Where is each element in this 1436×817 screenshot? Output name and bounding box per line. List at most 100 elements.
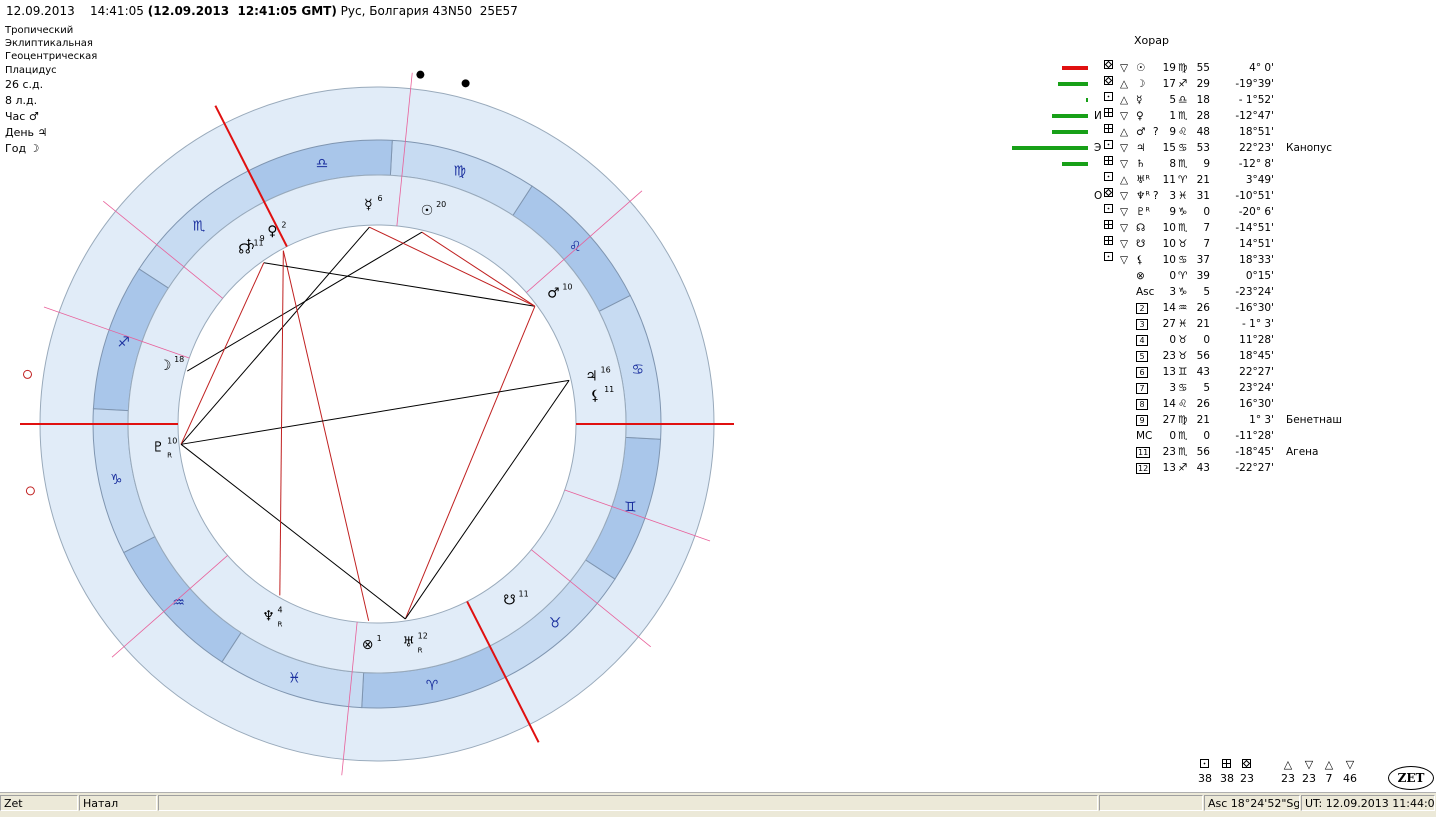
latitude-value: 22°23' bbox=[1239, 142, 1274, 154]
aspect-box-icon bbox=[1104, 92, 1113, 101]
lot-marker bbox=[25, 486, 35, 496]
table-row[interactable]: 4 0 ♉ 0 11°28' bbox=[1000, 332, 1420, 348]
latitude-value: -19°39' bbox=[1235, 78, 1274, 90]
minutes-value: 43 bbox=[1196, 366, 1210, 378]
zodiac-sign-icon: ♍ bbox=[453, 164, 466, 180]
table-row[interactable]: ▽ ☊ 10 ♏ 7 -14°51' bbox=[1000, 220, 1420, 236]
table-row[interactable]: 12 13 ♐ 43 -22°27' bbox=[1000, 460, 1420, 476]
planet-icon: ♂ bbox=[547, 285, 560, 301]
minutes-value: 9 bbox=[1203, 158, 1210, 170]
minutes-value: 7 bbox=[1203, 222, 1210, 234]
aspect-triangle-icon: △ bbox=[1120, 78, 1129, 90]
house-cusp-icon: 3 bbox=[1136, 319, 1148, 330]
natal-chart-wheel[interactable]: ♈♉♊♋♌♍♎♏♐♑♒♓☉ 20☽ 18☿ 6♀ 2♂ 10♃ 16♄ 9♅ 12R♆ 4R♇ 10… bbox=[0, 0, 760, 792]
aspect-triangle-icon: △ bbox=[1324, 758, 1334, 771]
aspect-box-icon bbox=[1104, 124, 1113, 133]
minutes-value: 18 bbox=[1196, 94, 1210, 106]
table-row[interactable]: Э ▽ ♃ 15 ♋ 53 22°23' Канопус bbox=[1000, 140, 1420, 156]
status-app: Zet bbox=[0, 795, 78, 811]
table-row[interactable]: 2 14 ♒ 26 -16°30' bbox=[1000, 300, 1420, 316]
table-row[interactable]: 3 27 ♓ 21 - 1° 3' bbox=[1000, 316, 1420, 332]
sign-glyph-icon: ♏ bbox=[1178, 446, 1188, 458]
aspect-box-icon bbox=[1104, 76, 1113, 85]
house-cusp-icon: 7 bbox=[1136, 383, 1148, 394]
aspect-box-icon bbox=[1104, 252, 1113, 261]
status-mode[interactable]: Натал bbox=[79, 795, 157, 811]
table-row[interactable]: ▽ ♄ 8 ♏ 9 -12° 8' bbox=[1000, 156, 1420, 172]
planet-degree-label: 1 bbox=[377, 634, 382, 643]
retrograde-mark: R bbox=[418, 647, 423, 655]
minutes-value: 55 bbox=[1196, 62, 1210, 74]
planet-icon: ♆ bbox=[262, 608, 275, 624]
minutes-value: 21 bbox=[1196, 318, 1210, 330]
aspect-count: 23 bbox=[1240, 772, 1254, 785]
latitude-value: -10°51' bbox=[1235, 190, 1274, 202]
status-empty bbox=[158, 795, 1098, 811]
table-row[interactable]: ▽ ♇ᴿ 9 ♑ 0 -20° 6' bbox=[1000, 204, 1420, 220]
table-row[interactable]: 6 13 ♊ 43 22°27' bbox=[1000, 364, 1420, 380]
aspect-summary-item: 38 bbox=[1194, 758, 1216, 785]
house-cusp-icon: 2 bbox=[1136, 303, 1148, 314]
latitude-value: 4° 0' bbox=[1249, 62, 1274, 74]
table-row[interactable]: △ ♂? 9 ♌ 48 18°51' bbox=[1000, 124, 1420, 140]
aspect-triangle-icon: ▽ bbox=[1120, 142, 1129, 154]
aspect-summary-item: 23 bbox=[1236, 758, 1258, 785]
sign-glyph-icon: ♋ bbox=[1178, 254, 1188, 266]
table-row[interactable]: ▽ ☉ 19 ♍ 55 4° 0' bbox=[1000, 60, 1420, 76]
aspect-box-icon bbox=[1104, 140, 1113, 149]
degree-value: 3 bbox=[1169, 286, 1176, 298]
planet-degree-label: 2 bbox=[281, 220, 286, 229]
row-prefix: Э bbox=[1094, 142, 1102, 154]
aspect-triangle-icon: ▽ bbox=[1120, 222, 1129, 234]
table-row[interactable]: 8 14 ♌ 26 16°30' bbox=[1000, 396, 1420, 412]
planet-glyph-icon: ⚸ bbox=[1136, 254, 1144, 266]
degree-value: 13 bbox=[1162, 366, 1176, 378]
table-row[interactable]: 11 23 ♏ 56 -18°45' Агена bbox=[1000, 444, 1420, 460]
aspect-box-icon bbox=[1104, 108, 1113, 117]
sign-glyph-icon: ♏ bbox=[1178, 430, 1188, 442]
sign-glyph-icon: ♈ bbox=[1178, 174, 1188, 186]
planet-icon: ☉ bbox=[421, 203, 434, 219]
table-row[interactable]: О ▽ ♆ᴿ? 3 ♓ 31 -10°51' bbox=[1000, 188, 1420, 204]
fixed-star-name: Канопус bbox=[1286, 142, 1333, 154]
table-row[interactable]: ▽ ⚸ 10 ♋ 37 18°33' bbox=[1000, 252, 1420, 268]
aspect-box-icon bbox=[1200, 759, 1209, 768]
table-row[interactable]: Asc 3 ♑ 5 -23°24' bbox=[1000, 284, 1420, 300]
table-row[interactable]: 9 27 ♍ 21 1° 3' Бенетнаш bbox=[1000, 412, 1420, 428]
aspect-box-icon bbox=[1104, 156, 1113, 165]
table-row[interactable]: ⊗ 0 ♈ 39 0°15' bbox=[1000, 268, 1420, 284]
latitude-value: -12° 8' bbox=[1238, 158, 1274, 170]
table-row[interactable]: △ ☿ 5 ♎ 18 - 1°52' bbox=[1000, 92, 1420, 108]
table-row[interactable]: MC 0 ♏ 0 -11°28' bbox=[1000, 428, 1420, 444]
aspect-triangle-icon: △ bbox=[1120, 126, 1129, 138]
latitude-value: -16°30' bbox=[1235, 302, 1274, 314]
planet-icon: ☿ bbox=[364, 197, 373, 213]
table-row[interactable]: △ ♅ᴿ 11 ♈ 21 3°49' bbox=[1000, 172, 1420, 188]
minutes-value: 43 bbox=[1196, 462, 1210, 474]
minutes-value: 21 bbox=[1196, 174, 1210, 186]
planet-degree-label: 11 bbox=[519, 590, 529, 599]
table-row[interactable]: ▽ ☋ 10 ♉ 7 14°51' bbox=[1000, 236, 1420, 252]
degree-value: 27 bbox=[1162, 414, 1176, 426]
table-row[interactable]: 5 23 ♉ 56 18°45' bbox=[1000, 348, 1420, 364]
house-cusp-icon: 6 bbox=[1136, 367, 1148, 378]
degree-value: 8 bbox=[1169, 158, 1176, 170]
planet-glyph-icon: ⊗ bbox=[1136, 270, 1145, 282]
degree-value: 23 bbox=[1162, 350, 1176, 362]
aspect-triangle-icon: ▽ bbox=[1120, 238, 1129, 250]
planet-glyph-icon: ♄ bbox=[1136, 158, 1146, 170]
planet-glyph-icon: ♇ᴿ bbox=[1136, 206, 1151, 218]
table-row[interactable]: 7 3 ♋ 5 23°24' bbox=[1000, 380, 1420, 396]
planet-degree-label: 10 bbox=[562, 282, 572, 291]
planet-glyph-icon: ♂ bbox=[1136, 126, 1146, 138]
degree-value: 17 bbox=[1162, 78, 1176, 90]
planet-icon: ☋ bbox=[503, 593, 515, 609]
degree-value: 0 bbox=[1169, 430, 1176, 442]
minutes-value: 28 bbox=[1196, 110, 1210, 122]
planet-icon: ♃ bbox=[585, 368, 598, 384]
strength-bar bbox=[1062, 66, 1088, 70]
table-row[interactable]: И ▽ ♀ 1 ♏ 28 -12°47' bbox=[1000, 108, 1420, 124]
planet-icon: ⚸ bbox=[590, 388, 600, 404]
aspect-summary-item: △ 7 bbox=[1318, 758, 1340, 785]
table-row[interactable]: △ ☽ 17 ♐ 29 -19°39' bbox=[1000, 76, 1420, 92]
